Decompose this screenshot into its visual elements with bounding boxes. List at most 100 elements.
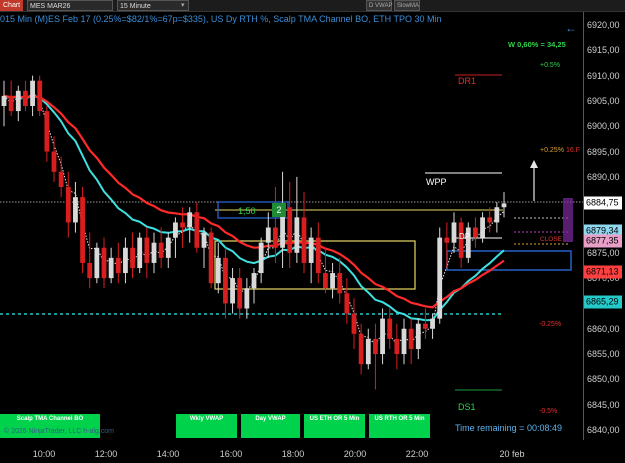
candle-down[interactable] bbox=[394, 338, 400, 355]
candle-up[interactable] bbox=[15, 90, 21, 112]
candle-up[interactable] bbox=[151, 242, 157, 263]
candle-up[interactable] bbox=[244, 288, 250, 309]
candle-down[interactable] bbox=[351, 313, 357, 334]
time-remaining-text: Time remaining = 00:08:49 bbox=[455, 423, 562, 433]
candle-down[interactable] bbox=[194, 212, 200, 248]
candle-up[interactable] bbox=[123, 247, 128, 274]
candle-down[interactable] bbox=[344, 293, 350, 314]
candle-down[interactable] bbox=[208, 232, 214, 284]
candle-down[interactable] bbox=[487, 217, 493, 223]
chart-title: 015 Min (M)ES Feb 17 (0.25%=$82/1%=67p=$… bbox=[0, 14, 442, 24]
candle-up[interactable] bbox=[451, 222, 457, 243]
price-chart[interactable]: 2 1,50 bbox=[0, 12, 583, 440]
price-tick-label: 6875,00 bbox=[587, 247, 620, 258]
candle-down[interactable] bbox=[37, 80, 43, 112]
candle-up[interactable] bbox=[437, 237, 443, 319]
candle-down[interactable] bbox=[337, 273, 343, 294]
candle-down[interactable] bbox=[358, 333, 364, 365]
time-axis-label: 22:00 bbox=[405, 449, 429, 459]
candle-up[interactable] bbox=[1, 95, 7, 106]
instrument-selector[interactable]: MES MAR26 bbox=[27, 0, 113, 11]
pct-up1-label: +0.5% bbox=[540, 62, 561, 69]
candle-down[interactable] bbox=[80, 197, 85, 263]
candle-up[interactable] bbox=[380, 318, 385, 355]
candle-down[interactable] bbox=[130, 247, 135, 268]
price-tick-label: 6855,00 bbox=[587, 349, 620, 360]
candle-down[interactable] bbox=[237, 278, 243, 309]
candle-down[interactable] bbox=[323, 273, 328, 289]
chevron-down-icon[interactable]: ▾ bbox=[181, 0, 185, 11]
candle-down[interactable] bbox=[408, 328, 414, 349]
interval-selector[interactable]: 15 Minute bbox=[117, 0, 189, 11]
price-tick-label: 6895,00 bbox=[587, 146, 620, 157]
slow-ma-button[interactable]: SlowMA bbox=[394, 0, 420, 11]
candle-up[interactable] bbox=[173, 222, 178, 238]
price-tag: 6884,75 bbox=[584, 196, 622, 210]
up-arrow-icon bbox=[530, 160, 538, 168]
candle-up[interactable] bbox=[501, 203, 507, 208]
pct-dn1-label: -0.25% bbox=[539, 321, 562, 328]
candle-down[interactable] bbox=[473, 227, 478, 238]
candle-up[interactable] bbox=[415, 323, 421, 349]
candle-down[interactable] bbox=[101, 247, 107, 279]
time-axis-label: 10:00 bbox=[32, 449, 56, 459]
candle-up[interactable] bbox=[258, 242, 264, 274]
weekly-range-text: W 0,60% = 34,25 bbox=[508, 40, 566, 49]
candle-up[interactable] bbox=[294, 217, 300, 253]
candle-down[interactable] bbox=[44, 111, 50, 152]
back-arrow-icon[interactable]: ← bbox=[565, 21, 577, 35]
candle-down[interactable] bbox=[58, 171, 64, 187]
candle-up[interactable] bbox=[308, 237, 314, 263]
candle-up[interactable] bbox=[230, 278, 235, 304]
candle-down[interactable] bbox=[223, 257, 228, 304]
indicator-toggle-button[interactable]: US RTH OR 5 Min bbox=[369, 414, 430, 438]
price-tick-label: 6840,00 bbox=[587, 425, 620, 435]
chart-tab[interactable]: Chart bbox=[0, 0, 24, 11]
candle-up[interactable] bbox=[94, 247, 100, 279]
candle-down[interactable] bbox=[315, 237, 321, 274]
candle-down[interactable] bbox=[23, 90, 28, 106]
candle-up[interactable] bbox=[494, 207, 500, 223]
box-value: 1,50 bbox=[238, 206, 256, 216]
candle-up[interactable] bbox=[165, 237, 171, 258]
candle-down[interactable] bbox=[444, 237, 450, 243]
candle-down[interactable] bbox=[158, 242, 164, 258]
candle-up[interactable] bbox=[187, 212, 193, 228]
candle-up[interactable] bbox=[201, 232, 207, 248]
pct-dn2-label: -0.5% bbox=[539, 408, 558, 415]
indicator-toggle-button[interactable]: Wkly VWAP bbox=[176, 414, 237, 438]
price-tick-label: 6860,00 bbox=[587, 323, 620, 334]
level-r-label: 16.F bbox=[566, 147, 581, 154]
candle-down[interactable] bbox=[51, 151, 57, 172]
candle-down[interactable] bbox=[287, 207, 293, 253]
candle-up[interactable] bbox=[265, 227, 271, 243]
candle-up[interactable] bbox=[365, 338, 371, 365]
candle-down[interactable] bbox=[387, 318, 393, 339]
indicator-toggle-button[interactable]: Day VWAP bbox=[241, 414, 300, 438]
d-vwap-button[interactable]: D VWAP bbox=[366, 0, 392, 11]
candle-down[interactable] bbox=[301, 217, 307, 263]
candle-up[interactable] bbox=[108, 257, 114, 279]
candle-down[interactable] bbox=[180, 222, 185, 228]
volume-profile bbox=[563, 198, 573, 242]
candle-up[interactable] bbox=[30, 80, 35, 106]
candle-up[interactable] bbox=[480, 217, 485, 238]
dr1-label: DR1 bbox=[458, 76, 477, 86]
price-tick-label: 6850,00 bbox=[587, 374, 620, 385]
candle-down[interactable] bbox=[373, 338, 378, 355]
candle-down[interactable] bbox=[65, 187, 71, 223]
candle-down[interactable] bbox=[8, 95, 14, 112]
candle-up[interactable] bbox=[430, 318, 435, 329]
indicator-toggle-button[interactable]: US ETH OR 5 Min bbox=[304, 414, 365, 438]
candle-up[interactable] bbox=[251, 273, 257, 289]
candle-up[interactable] bbox=[330, 273, 335, 289]
candle-up[interactable] bbox=[401, 328, 407, 355]
candle-up[interactable] bbox=[215, 257, 221, 284]
candle-down[interactable] bbox=[144, 237, 150, 263]
candle-up[interactable] bbox=[137, 237, 143, 268]
candle-down[interactable] bbox=[87, 262, 93, 279]
candle-down[interactable] bbox=[115, 257, 121, 274]
candle-up[interactable] bbox=[73, 197, 78, 223]
candle-down[interactable] bbox=[423, 323, 428, 329]
candle-down[interactable] bbox=[273, 227, 278, 248]
